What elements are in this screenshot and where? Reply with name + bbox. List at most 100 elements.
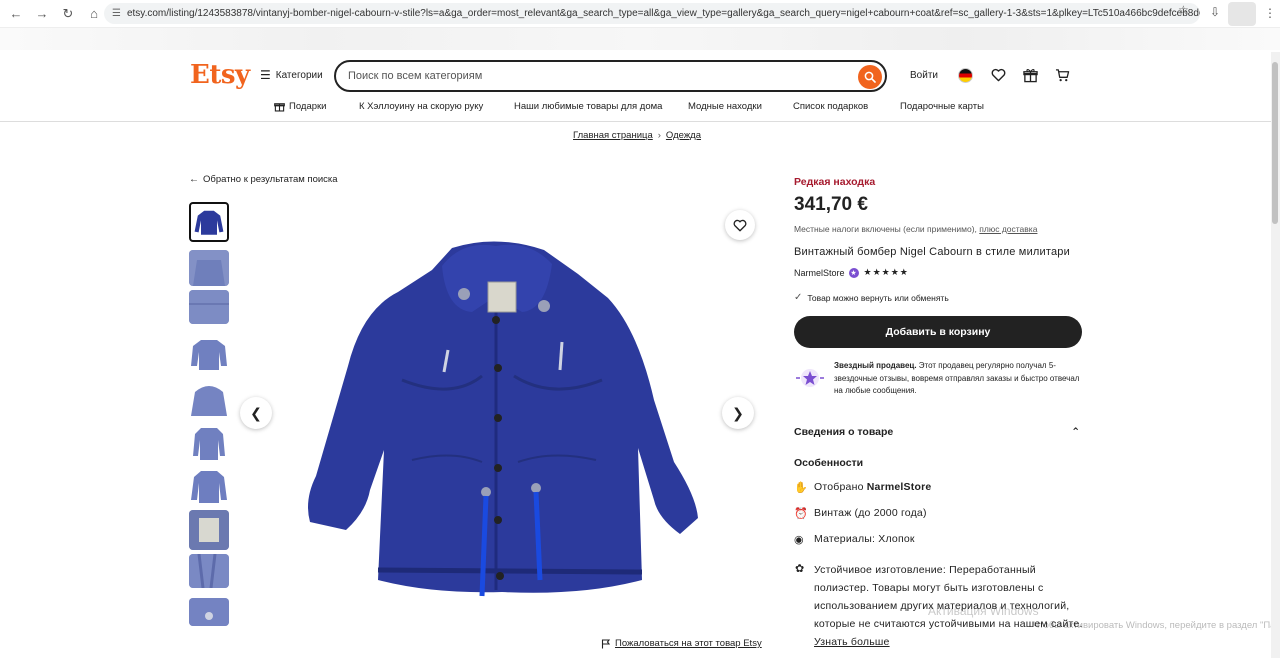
gift-icon xyxy=(274,103,285,112)
thumbnail-3[interactable] xyxy=(189,290,229,324)
url-text: etsy.com/listing/1243583878/vintanyj-bom… xyxy=(126,8,1200,19)
main-product-image[interactable] xyxy=(282,200,722,610)
thumbnail-9[interactable] xyxy=(189,554,229,588)
star-seller-title: Звездный продавец. xyxy=(834,361,917,370)
jacket-thumbnail-image xyxy=(191,471,227,503)
returns-info: ✓ Товар можно вернуть или обменять xyxy=(794,292,949,303)
feature-vintage: ⏰ Винтаж (до 2000 года) xyxy=(794,507,927,520)
thumbnail-8[interactable] xyxy=(189,510,229,550)
next-image-button[interactable]: ❯ xyxy=(722,397,754,429)
thumbnail-4[interactable] xyxy=(189,336,229,372)
breadcrumb-clothing[interactable]: Одежда xyxy=(666,130,701,141)
feature-materials: ◉ Материалы: Хлопок xyxy=(794,533,915,546)
categories-label: Категории xyxy=(275,69,323,81)
catnav-item-fashion[interactable]: Модные находки xyxy=(688,101,762,112)
favorites-button[interactable] xyxy=(989,66,1007,84)
seller-info: NarmelStore ★ ★★★★★ xyxy=(794,267,909,278)
feature-curated: ✋ Отобрано NarmelStore xyxy=(794,481,931,494)
curated-prefix: Отобрано xyxy=(814,481,867,493)
windows-activation-text: Чтобы активировать Windows, перейдите в … xyxy=(1033,620,1280,631)
report-item-link[interactable]: Пожаловаться на этот товар Etsy xyxy=(601,638,762,649)
favorite-item-button[interactable] xyxy=(725,210,755,240)
flag-icon xyxy=(601,638,611,648)
search-bar xyxy=(334,60,887,92)
materials-text: Материалы: Хлопок xyxy=(814,533,915,545)
prev-image-button[interactable]: ❮ xyxy=(240,397,272,429)
jacket-detail-image xyxy=(189,290,229,324)
cart-icon xyxy=(1055,69,1069,82)
thumbnail-10[interactable] xyxy=(189,598,229,626)
bookmark-star-icon[interactable]: ☆ xyxy=(1178,3,1189,17)
yarn-icon: ◉ xyxy=(794,534,804,546)
gift-button[interactable] xyxy=(1021,66,1039,84)
address-bar[interactable]: ☰ etsy.com/listing/1243583878/vintanyj-b… xyxy=(104,3,1200,24)
home-icon[interactable]: ⌂ xyxy=(84,4,104,24)
product-price: 341,70 € xyxy=(794,194,868,215)
profile-avatar[interactable] xyxy=(1228,2,1256,26)
report-item-label: Пожаловаться на этот товар Etsy xyxy=(615,638,762,649)
star-seller-badge-icon: ★ xyxy=(848,267,859,278)
site-info-icon[interactable]: ☰ xyxy=(112,8,121,19)
add-to-cart-button[interactable]: Добавить в корзину xyxy=(794,316,1082,348)
back-icon[interactable]: ← xyxy=(6,4,26,24)
back-to-results-link[interactable]: ← Обратно к результатам поиска xyxy=(189,174,338,185)
thumbnail-5[interactable] xyxy=(189,382,229,418)
heart-icon xyxy=(733,219,747,231)
menu-icon: ☰ xyxy=(260,68,271,82)
catnav-item-gift-cards[interactable]: Подарочные карты xyxy=(900,101,984,112)
bookmarks-bar xyxy=(0,28,1280,50)
heart-icon xyxy=(991,68,1005,82)
thumbnail-1[interactable] xyxy=(189,202,229,242)
chrome-menu-icon[interactable]: ⋮ xyxy=(1264,6,1276,20)
alarm-clock-icon: ⏰ xyxy=(794,508,808,520)
jacket-image xyxy=(308,241,698,597)
check-icon: ✓ xyxy=(794,292,803,303)
features-title: Особенности xyxy=(794,457,864,469)
shipping-link[interactable]: плюс доставка xyxy=(979,224,1037,234)
breadcrumb-home[interactable]: Главная страница xyxy=(573,130,653,141)
jacket-thumbnail-image xyxy=(194,210,224,235)
seller-name-link[interactable]: NarmelStore xyxy=(794,268,845,278)
star-seller-description: Звездный продавец. Этот продавец регуляр… xyxy=(834,360,1084,398)
jacket-detail-image xyxy=(189,554,229,588)
page-scrollbar-thumb[interactable] xyxy=(1272,62,1278,224)
catnav-item-home[interactable]: Наши любимые товары для дома xyxy=(514,101,662,112)
curated-seller-link[interactable]: NarmelStore xyxy=(867,481,932,493)
chevron-right-icon: ❯ xyxy=(732,404,744,421)
gift-icon xyxy=(1022,68,1038,82)
jacket-thumbnail-image xyxy=(191,340,227,370)
etsy-logo[interactable]: Etsy xyxy=(190,60,250,90)
back-to-results-label: Обратно к результатам поиска xyxy=(203,174,338,185)
vintage-text: Винтаж (до 2000 года) xyxy=(814,507,927,519)
search-button[interactable] xyxy=(858,65,882,89)
reload-icon[interactable]: ↻ xyxy=(58,4,78,24)
catnav-item-gifts[interactable]: Подарки xyxy=(274,101,326,112)
thumbnail-6[interactable] xyxy=(189,424,229,462)
tax-text: Местные налоги включены (если применимо)… xyxy=(794,224,977,234)
chevron-up-icon: ⌃ xyxy=(1071,426,1080,438)
forward-icon[interactable]: → xyxy=(32,4,52,24)
search-input[interactable] xyxy=(348,70,885,82)
arrow-left-icon: ← xyxy=(189,174,199,185)
learn-more-link[interactable]: Узнать больше xyxy=(814,636,890,648)
categories-button[interactable]: ☰ Категории xyxy=(260,68,323,82)
thumbnail-7[interactable] xyxy=(189,468,229,504)
login-link[interactable]: Войти xyxy=(910,70,938,81)
search-icon xyxy=(864,71,876,83)
chevron-left-icon: ❮ xyxy=(250,404,262,421)
star-seller-icon xyxy=(796,369,824,387)
item-details-title: Сведения о товаре xyxy=(794,426,894,438)
item-details-toggle[interactable]: Сведения о товаре ⌃ xyxy=(794,426,1080,438)
jacket-thumbnail-image xyxy=(191,386,227,416)
cart-button[interactable] xyxy=(1053,66,1071,84)
flag-icon[interactable] xyxy=(958,68,973,83)
tax-info: Местные налоги включены (если применимо)… xyxy=(794,224,1037,234)
catnav-item-halloween[interactable]: К Хэллоуину на скорую руку xyxy=(359,101,483,112)
download-icon[interactable]: ⇩ xyxy=(1210,5,1220,19)
category-nav: Подарки К Хэллоуину на скорую руку Наши … xyxy=(0,96,1280,122)
chevron-right-icon: › xyxy=(657,130,661,141)
thumbnail-2[interactable] xyxy=(189,250,229,286)
jacket-thumbnail-image xyxy=(193,428,225,460)
catnav-item-gift-list[interactable]: Список подарков xyxy=(793,101,868,112)
seller-rating-stars[interactable]: ★★★★★ xyxy=(864,267,909,278)
